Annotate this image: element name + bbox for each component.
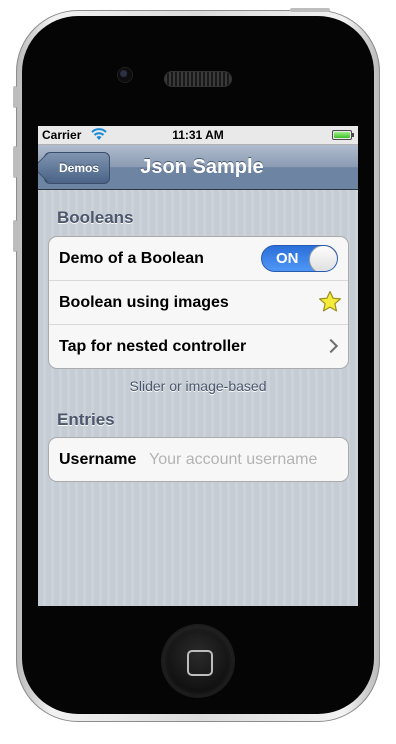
volume-up-button	[13, 146, 17, 178]
username-label: Username	[59, 451, 137, 468]
back-button[interactable]: Demos	[44, 152, 111, 184]
row-nested-controller[interactable]: Tap for nested controller	[49, 325, 348, 368]
home-square-icon	[187, 650, 213, 676]
row-label: Boolean using images	[59, 294, 229, 311]
entries-group: Username	[48, 437, 349, 482]
battery-icon	[332, 130, 354, 140]
status-time: 11:31 AM	[172, 128, 224, 142]
section-footer-booleans: Slider or image-based	[129, 378, 267, 394]
home-button[interactable]	[163, 626, 233, 696]
battery-fill	[334, 132, 350, 138]
booleans-group: Demo of a Boolean ON Boolean using image…	[48, 236, 349, 369]
section-header-booleans: Booleans	[57, 208, 134, 227]
boolean-switch[interactable]: ON	[261, 245, 338, 272]
screen: Carrier 11:31 AM Json Sample Demos Boole…	[38, 126, 358, 606]
row-label: Tap for nested controller	[59, 338, 247, 355]
back-button-label: Demos	[59, 161, 100, 175]
username-input[interactable]	[149, 449, 339, 471]
chevron-right-icon	[323, 338, 339, 354]
front-camera	[118, 68, 132, 82]
star-icon[interactable]	[318, 290, 342, 319]
row-boolean-images[interactable]: Boolean using images	[49, 281, 348, 325]
row-boolean-demo: Demo of a Boolean ON	[49, 237, 348, 281]
row-label: Demo of a Boolean	[59, 250, 204, 267]
navigation-bar: Json Sample Demos	[38, 145, 358, 190]
switch-knob	[309, 246, 337, 271]
section-header-entries: Entries	[57, 410, 115, 429]
row-username[interactable]: Username	[49, 438, 348, 481]
volume-down-button	[13, 220, 17, 252]
switch-state-label: ON	[276, 250, 299, 267]
power-button	[290, 8, 330, 12]
earpiece-speaker	[165, 72, 231, 86]
mute-switch	[13, 86, 17, 108]
status-bar: Carrier 11:31 AM	[38, 126, 358, 145]
